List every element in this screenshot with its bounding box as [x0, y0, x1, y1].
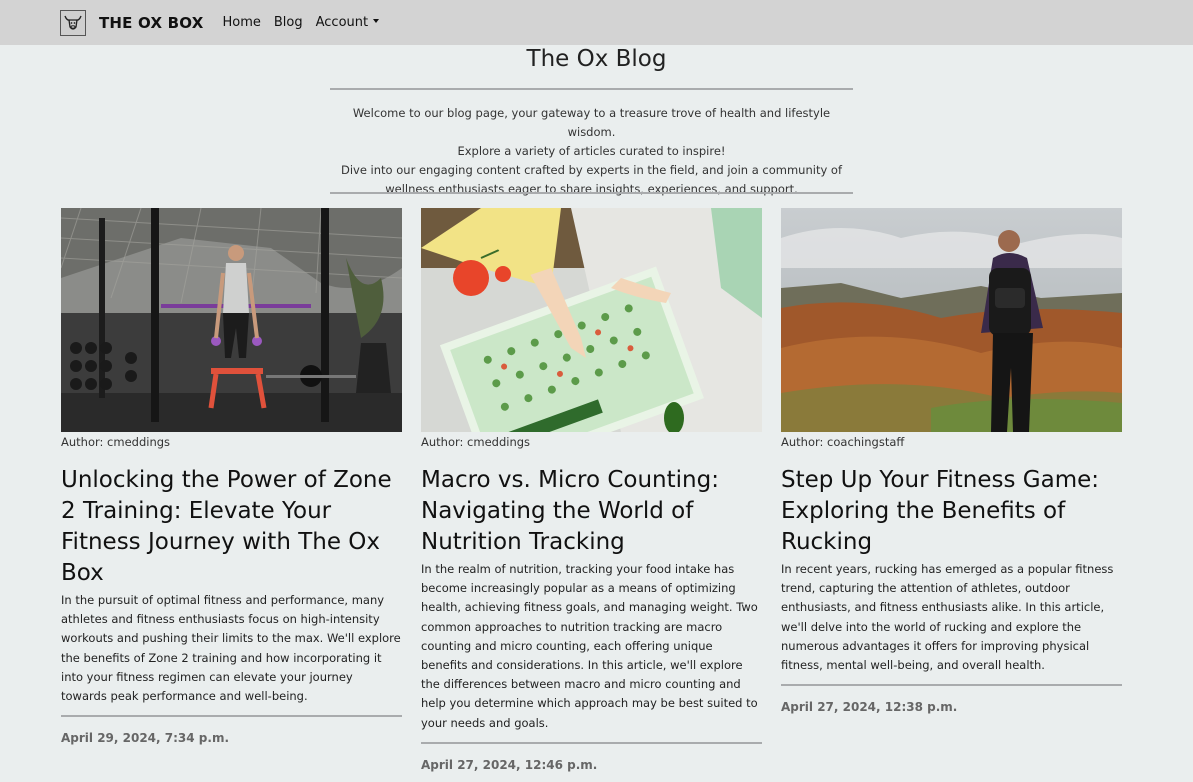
- account-label: Account: [315, 15, 369, 30]
- post-title[interactable]: Macro vs. Micro Counting: Navigating the…: [421, 465, 762, 558]
- navbar: THE OX BOX Home Blog Account: [0, 0, 1193, 45]
- caret-down-icon: [373, 19, 380, 23]
- intro-line: Explore a variety of articles curated to…: [457, 144, 726, 158]
- post-excerpt: In the realm of nutrition, tracking your…: [421, 562, 758, 730]
- nav-home[interactable]: Home: [222, 15, 260, 30]
- intro-line: wellness enthusiasts eager to share insi…: [385, 182, 798, 196]
- post-image-rucking[interactable]: [781, 208, 1122, 432]
- header-divider-bottom: [330, 192, 853, 194]
- nav-blog[interactable]: Blog: [274, 15, 303, 30]
- card-divider: [781, 684, 1122, 687]
- blog-card: Author: coachingstaff Step Up Your Fitne…: [781, 208, 1122, 714]
- post-author: Author: cmeddings: [421, 435, 531, 449]
- nav-account-dropdown[interactable]: Account: [316, 15, 380, 30]
- nav-links: Home Blog Account: [222, 15, 392, 30]
- post-image-nutrition[interactable]: [421, 208, 762, 432]
- intro-line: Dive into our engaging content crafted b…: [340, 163, 843, 177]
- brand-name[interactable]: THE OX BOX: [99, 14, 203, 32]
- post-excerpt: In recent years, rucking has emerged as …: [781, 562, 1114, 673]
- ox-logo-icon[interactable]: [60, 9, 86, 36]
- header-divider-top: [330, 88, 853, 90]
- blog-card: Author: cmeddings Macro vs. Micro Counti…: [421, 208, 762, 772]
- brand[interactable]: THE OX BOX: [60, 9, 203, 36]
- card-divider: [421, 741, 762, 744]
- blog-card: Author: cmeddings Unlocking the Power of…: [61, 208, 402, 745]
- intro-line: Welcome to our blog page, your gateway t…: [352, 106, 831, 139]
- post-title[interactable]: Step Up Your Fitness Game: Exploring the…: [781, 465, 1122, 558]
- page-title: The Ox Blog: [526, 46, 667, 72]
- post-author: Author: cmeddings: [61, 435, 171, 449]
- intro-text: Welcome to our blog page, your gateway t…: [330, 104, 853, 199]
- post-date: April 27, 2024, 12:38 p.m.: [781, 700, 958, 715]
- post-title[interactable]: Unlocking the Power of Zone 2 Training: …: [61, 465, 402, 589]
- post-author: Author: coachingstaff: [781, 435, 905, 449]
- post-date: April 29, 2024, 7:34 p.m.: [61, 731, 230, 746]
- card-divider: [61, 715, 402, 718]
- post-date: April 27, 2024, 12:46 p.m.: [421, 757, 598, 772]
- post-image-gym[interactable]: [61, 208, 402, 432]
- post-excerpt: In the pursuit of optimal fitness and pe…: [61, 593, 401, 704]
